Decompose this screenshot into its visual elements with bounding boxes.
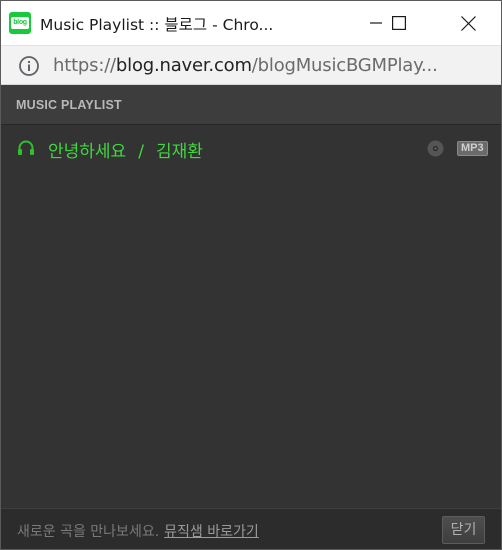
window-title: Music Playlist :: 블로그 - Chro... xyxy=(40,16,274,34)
url-path: /blogMusicBGMPlay... xyxy=(251,55,438,76)
track-separator: / xyxy=(138,142,144,162)
playlist-header-label: MUSIC PLAYLIST xyxy=(16,98,122,112)
track-artist: 김재환 xyxy=(155,142,203,162)
blog-app-icon: blog xyxy=(9,12,31,34)
title-bar[interactable]: blog Music Playlist :: 블로그 - Chro... xyxy=(1,1,501,45)
footer-message: 새로운 곡을 만나보세요. xyxy=(17,524,160,540)
playlist-header: MUSIC PLAYLIST xyxy=(1,85,501,125)
url-scheme: https:// xyxy=(53,55,116,76)
window-close-button[interactable] xyxy=(445,1,491,45)
track-title-text[interactable]: 안녕하세요 / 김재환 xyxy=(48,137,203,162)
music-shop-link[interactable]: 뮤직샘 바로가기 xyxy=(164,524,259,540)
url-host: blog.naver.com xyxy=(115,55,252,76)
close-button[interactable]: 닫기 xyxy=(442,516,485,544)
track-title: 안녕하세요 xyxy=(48,142,127,162)
info-icon[interactable] xyxy=(18,55,40,77)
maximize-button[interactable] xyxy=(376,1,422,45)
headphone-icon xyxy=(18,140,34,155)
disc-icon[interactable] xyxy=(427,140,444,157)
blog-app-icon-text: blog xyxy=(11,17,29,29)
address-bar[interactable]: https://blog.naver.com/blogMusicBGMPlay.… xyxy=(1,45,501,85)
browser-popup-window: blog Music Playlist :: 블로그 - Chro... htt… xyxy=(0,0,502,550)
maximize-icon xyxy=(392,16,406,30)
music-playlist-player: MUSIC PLAYLIST 안녕하세요 / 김재환 MP3 새로운 곡을 만나보세… xyxy=(1,85,501,549)
url-text[interactable]: https://blog.naver.com/blogMusicBGMPlay.… xyxy=(53,55,438,76)
playlist-footer: 새로운 곡을 만나보세요. 뮤직샘 바로가기 닫기 xyxy=(1,508,501,549)
close-icon xyxy=(460,15,476,31)
track-row[interactable]: 안녕하세요 / 김재환 MP3 xyxy=(1,133,501,163)
footer-text: 새로운 곡을 만나보세요. 뮤직샘 바로가기 xyxy=(17,521,259,541)
mp3-badge: MP3 xyxy=(457,141,488,156)
